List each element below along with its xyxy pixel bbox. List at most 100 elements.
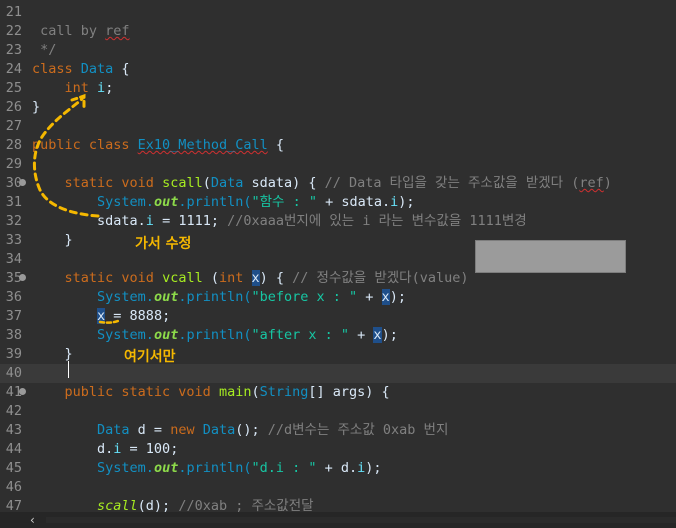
- line-number: 28: [5, 137, 22, 153]
- line-number: 23: [5, 42, 22, 58]
- code-line[interactable]: 27: [0, 117, 676, 136]
- line-number: 22: [5, 23, 22, 39]
- code-token: Data: [210, 175, 244, 191]
- code-token: // 정수값을 받겠다(value): [292, 270, 469, 286]
- code-token: x: [373, 327, 382, 343]
- code-line[interactable]: 26}: [0, 98, 676, 117]
- code-text: Data d = new Data(); //d변수는 주소값 0xab 번지: [32, 421, 448, 440]
- code-line[interactable]: 22 call by ref: [0, 22, 676, 41]
- code-line[interactable]: 28 public class Ex10_Method_Call {: [0, 136, 676, 155]
- code-line[interactable]: 44 d.i = 100;: [0, 440, 676, 459]
- code-text: }: [32, 98, 40, 117]
- code-line[interactable]: 31 System.out.println("함수 : " + sdata.i)…: [0, 193, 676, 212]
- code-line[interactable]: 23 */: [0, 41, 676, 60]
- code-line[interactable]: 25 int i;: [0, 79, 676, 98]
- code-line[interactable]: 37 x = 8888;: [0, 307, 676, 326]
- code-token: System.: [97, 327, 154, 343]
- code-token: .println(: [178, 460, 252, 476]
- line-number: 36: [5, 289, 22, 305]
- line-number: 46: [5, 479, 22, 495]
- code-token: sdata.: [32, 213, 146, 229]
- line-number: 42: [5, 403, 22, 419]
- code-text: scall(d); //0xab ; 주소값전달: [32, 497, 314, 512]
- code-token: }: [32, 232, 73, 248]
- code-token: (d);: [137, 498, 179, 512]
- code-token: System.: [97, 289, 154, 305]
- code-token: );: [398, 194, 415, 210]
- code-line[interactable]: 47 scall(d); //0xab ; 주소값전달: [0, 497, 676, 512]
- code-token: "after x : ": [251, 327, 350, 343]
- code-text: System.out.println("d.i : " + d.i);: [32, 459, 382, 478]
- code-line[interactable]: 43 Data d = new Data(); //d변수는 주소값 0xab …: [0, 421, 676, 440]
- code-text: }: [32, 345, 73, 364]
- scroll-track[interactable]: [46, 517, 676, 523]
- code-token: System.: [97, 460, 154, 476]
- code-token: public static void: [64, 384, 219, 400]
- code-token: new: [170, 422, 203, 438]
- code-text: x = 8888;: [32, 307, 170, 326]
- line-number: 39: [5, 346, 22, 362]
- code-token: ;: [105, 80, 114, 96]
- code-line[interactable]: 46: [0, 478, 676, 497]
- code-token: x: [97, 308, 106, 324]
- code-token: ref: [579, 175, 604, 191]
- code-token: .println(: [178, 289, 252, 305]
- code-token: Ex10_Method_Call: [137, 137, 268, 153]
- fold-toggle-icon[interactable]: [19, 179, 26, 186]
- code-token: i: [145, 213, 154, 229]
- code-line[interactable]: 45 System.out.println("d.i : " + d.i);: [0, 459, 676, 478]
- code-line[interactable]: 30 static void scall(Data sdata) { // Da…: [0, 174, 676, 193]
- code-token: //0xaaa번지에 있는 i 라는 변수값을 1111변경: [227, 213, 527, 229]
- code-line[interactable]: 38 System.out.println("after x : " + x);: [0, 326, 676, 345]
- code-line[interactable]: 39 }: [0, 345, 676, 364]
- code-text: int i;: [32, 79, 114, 98]
- annotation-text-edit-there: 가서 수정: [135, 236, 192, 252]
- fold-toggle-icon[interactable]: [19, 388, 26, 395]
- code-token: sdata) {: [243, 175, 325, 191]
- code-line[interactable]: 40: [0, 364, 676, 383]
- text-cursor: [68, 361, 69, 378]
- code-line[interactable]: 21: [0, 3, 676, 22]
- code-line[interactable]: 36 System.out.println("before x : " + x)…: [0, 288, 676, 307]
- code-token: (: [202, 270, 219, 286]
- code-text: System.out.println("before x : " + x);: [32, 288, 406, 307]
- line-number: 38: [5, 327, 22, 343]
- code-line[interactable]: 32 sdata.i = 1111; //0xaaa번지에 있는 i 라는 변수…: [0, 212, 676, 231]
- code-line[interactable]: 24 class Data {: [0, 60, 676, 79]
- code-token: );: [365, 460, 382, 476]
- code-token: }: [32, 99, 41, 115]
- code-text: }: [32, 231, 73, 250]
- code-text: System.out.println("함수 : " + sdata.i);: [32, 193, 415, 212]
- code-token: static void: [64, 270, 163, 286]
- code-token: out: [153, 327, 179, 343]
- fold-toggle-icon[interactable]: [19, 274, 26, 281]
- code-token: ) {: [259, 270, 293, 286]
- code-token: public class: [32, 137, 138, 153]
- code-line[interactable]: 29: [0, 155, 676, 174]
- code-token: //0xab ; 주소값전달: [178, 498, 314, 512]
- code-line[interactable]: 41 public static void main(String[] args…: [0, 383, 676, 402]
- code-line[interactable]: 42: [0, 402, 676, 421]
- code-token: ): [603, 175, 612, 191]
- line-number: 27: [5, 118, 22, 134]
- line-number: 34: [5, 251, 22, 267]
- code-token: System.: [97, 194, 154, 210]
- code-token: int: [218, 270, 244, 286]
- code-token: vcall: [162, 270, 203, 286]
- code-token: = 100;: [121, 441, 179, 457]
- horizontal-scrollbar[interactable]: ‹: [0, 512, 676, 528]
- code-token: x: [251, 270, 260, 286]
- code-token: Data: [97, 422, 130, 438]
- code-token: out: [153, 289, 179, 305]
- line-number: 45: [5, 460, 22, 476]
- code-token: "함수 : ": [251, 194, 317, 210]
- scroll-left-arrow-icon[interactable]: ‹: [30, 512, 35, 528]
